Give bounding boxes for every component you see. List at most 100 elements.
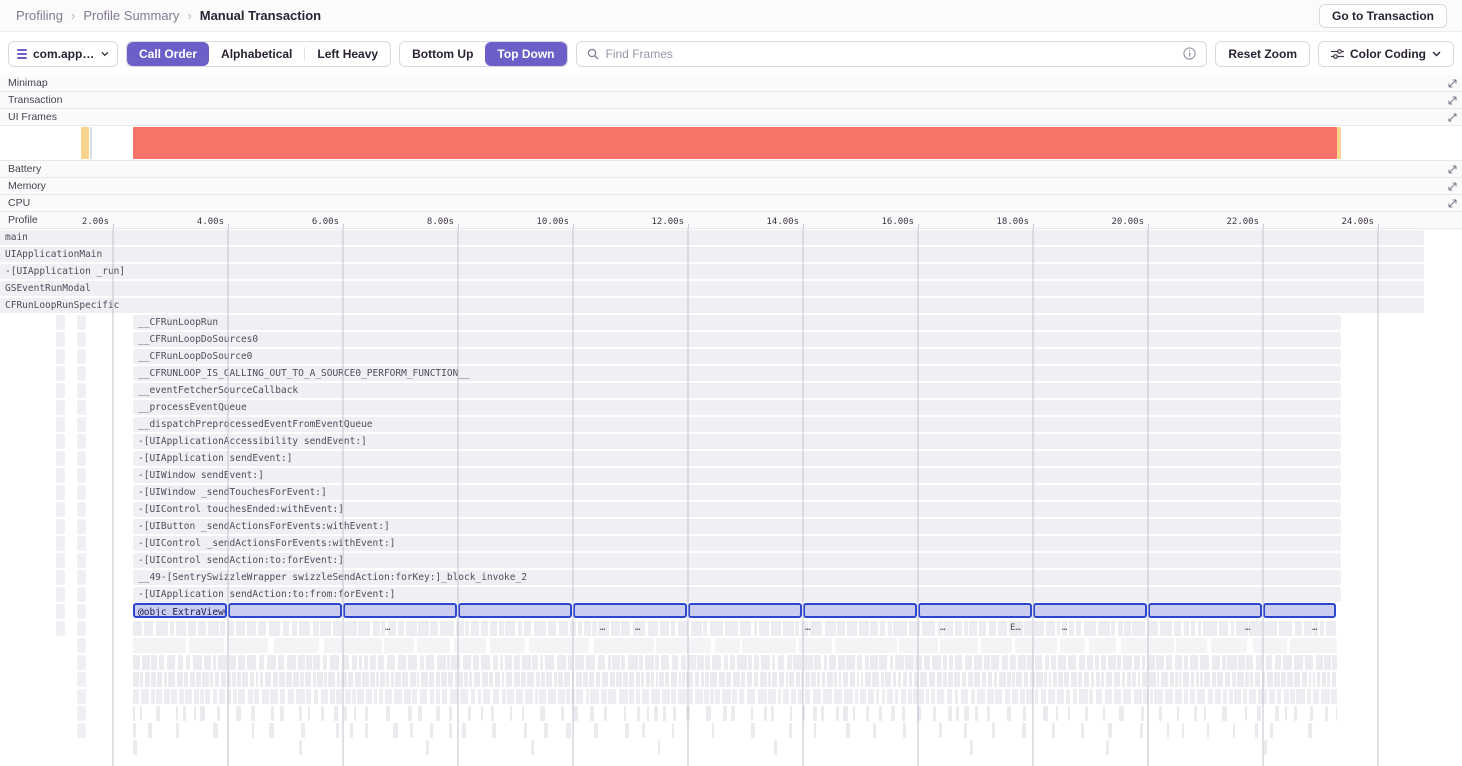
flame-frame-small[interactable]	[1309, 672, 1311, 687]
flame-frame-small[interactable]	[482, 672, 488, 687]
flame-frame-small[interactable]	[1007, 706, 1011, 721]
flame-frame-small[interactable]	[514, 655, 520, 670]
flame-frame-small[interactable]	[772, 655, 775, 670]
flame-frame-small[interactable]	[344, 621, 356, 636]
flame-frame-small[interactable]	[999, 672, 1006, 687]
flame-frame-small[interactable]	[931, 689, 935, 704]
flame-frame-small[interactable]	[1095, 655, 1099, 670]
flame-frame-small[interactable]	[324, 672, 326, 687]
flame-frame-small[interactable]	[566, 689, 570, 704]
flame-frame-small[interactable]	[1079, 655, 1084, 670]
flame-frame-small[interactable]	[1118, 621, 1123, 636]
flame-frame-small[interactable]	[712, 655, 722, 670]
flame-frame-small[interactable]	[994, 672, 997, 687]
flame-frame-small[interactable]	[1119, 706, 1124, 721]
flame-frame-small[interactable]	[406, 621, 417, 636]
flame-frame-small[interactable]	[919, 689, 924, 704]
flame-frame[interactable]	[81, 485, 86, 500]
flame-frame-small[interactable]	[1175, 655, 1182, 670]
flame-frame-small[interactable]	[817, 672, 820, 687]
flame-frame-small[interactable]	[252, 723, 254, 738]
flame-frame-small[interactable]	[636, 672, 639, 687]
flame-frame-small[interactable]	[1197, 689, 1205, 704]
flame-frame-small[interactable]	[974, 655, 982, 670]
flame-frame-small[interactable]	[839, 672, 842, 687]
flame-frame-small[interactable]	[238, 689, 245, 704]
flame-frame-small[interactable]	[148, 723, 152, 738]
flame-frame[interactable]	[60, 587, 65, 602]
flame-frame-small[interactable]	[1295, 621, 1302, 636]
flame-frame-small[interactable]	[440, 621, 454, 636]
flame-frame-small[interactable]	[410, 723, 413, 738]
flame-frame[interactable]	[60, 604, 65, 619]
flame-frame-small[interactable]	[998, 621, 1007, 636]
flame-frame-small[interactable]	[437, 655, 446, 670]
flame-frame-small[interactable]	[536, 672, 540, 687]
flame-frame-small[interactable]	[358, 621, 370, 636]
flame-frame-small[interactable]	[144, 621, 154, 636]
flame-frame[interactable]	[81, 315, 86, 330]
flame-frame-small[interactable]	[710, 689, 713, 704]
flame-frame-small[interactable]	[796, 672, 800, 687]
flame-frame-small[interactable]	[1245, 672, 1249, 687]
flame-frame-small[interactable]	[357, 689, 364, 704]
flame-frame-small[interactable]	[1076, 621, 1081, 636]
flame-frame-small[interactable]	[436, 706, 440, 721]
flame-frame-small[interactable]	[133, 655, 140, 670]
flame-frame-small[interactable]	[362, 672, 368, 687]
flame-frame-small[interactable]	[937, 672, 942, 687]
flame-frame-small[interactable]	[532, 655, 538, 670]
flame-frame-small[interactable]	[970, 740, 973, 755]
flame-frame-small[interactable]	[186, 655, 191, 670]
flame-frame[interactable]: main	[0, 230, 1424, 245]
flame-frame-small[interactable]	[783, 621, 794, 636]
flame-frame[interactable]	[60, 485, 65, 500]
flame-frame-small[interactable]	[1262, 672, 1265, 687]
flame-frame[interactable]	[81, 604, 86, 619]
flame-frame-small[interactable]	[1101, 672, 1103, 687]
flame-frame-small[interactable]	[1264, 740, 1267, 755]
flame-frame-small[interactable]	[430, 689, 434, 704]
flame-frame-small[interactable]	[987, 689, 994, 704]
flame-frame-small[interactable]	[133, 723, 136, 738]
flame-frame-small[interactable]	[1177, 706, 1179, 721]
flame-frame-small[interactable]	[1249, 689, 1256, 704]
flame-frame-small[interactable]	[1044, 672, 1047, 687]
flame-frame-small[interactable]	[1134, 689, 1142, 704]
flame-frame-small[interactable]	[987, 706, 990, 721]
flame-frame-small[interactable]	[337, 672, 340, 687]
flame-frame-small[interactable]	[256, 672, 258, 687]
flame-frame-small[interactable]	[190, 672, 195, 687]
search-input[interactable]	[606, 47, 1177, 61]
flame-frame-small[interactable]	[1283, 655, 1292, 670]
flame-frame-small[interactable]	[924, 655, 930, 670]
flamegraph[interactable]: mainUIApplicationMain-[UIApplication _ru…	[0, 229, 1462, 766]
flame-frame-small[interactable]	[525, 689, 533, 704]
flame-frame-small[interactable]	[1157, 672, 1159, 687]
flame-frame-small[interactable]	[1285, 706, 1287, 721]
flame-frame-small[interactable]	[370, 672, 375, 687]
flame-frame-small[interactable]	[522, 655, 531, 670]
flame-frame-small[interactable]	[141, 689, 148, 704]
flame-frame-small[interactable]	[1336, 706, 1337, 721]
flame-frame[interactable]: CFRunLoopRunSpecific	[0, 298, 1424, 313]
flame-frame-small[interactable]	[454, 638, 486, 653]
flame-frame-small[interactable]	[1320, 621, 1324, 636]
flame-frame-small[interactable]	[678, 621, 688, 636]
flame-frame-small[interactable]	[220, 621, 225, 636]
flame-frame-small[interactable]	[167, 655, 176, 670]
flame-frame-small[interactable]	[1167, 723, 1169, 738]
flame-frame-small[interactable]	[1317, 672, 1319, 687]
flame-frame-small[interactable]	[1096, 672, 1100, 687]
flame-frame-small[interactable]	[1331, 689, 1337, 704]
flame-frame-small[interactable]	[1034, 621, 1045, 636]
flame-frame-small[interactable]	[280, 706, 284, 721]
flame-frame-small[interactable]	[341, 672, 346, 687]
flame-frame-small[interactable]	[1250, 672, 1252, 687]
flame-frame-small[interactable]	[1010, 655, 1016, 670]
flame-frame-small[interactable]	[279, 672, 285, 687]
flame-frame-small[interactable]	[238, 655, 245, 670]
flame-frame-small[interactable]	[658, 740, 660, 755]
flame-frame-small[interactable]	[426, 740, 429, 755]
flame-frame-small[interactable]	[1184, 621, 1189, 636]
